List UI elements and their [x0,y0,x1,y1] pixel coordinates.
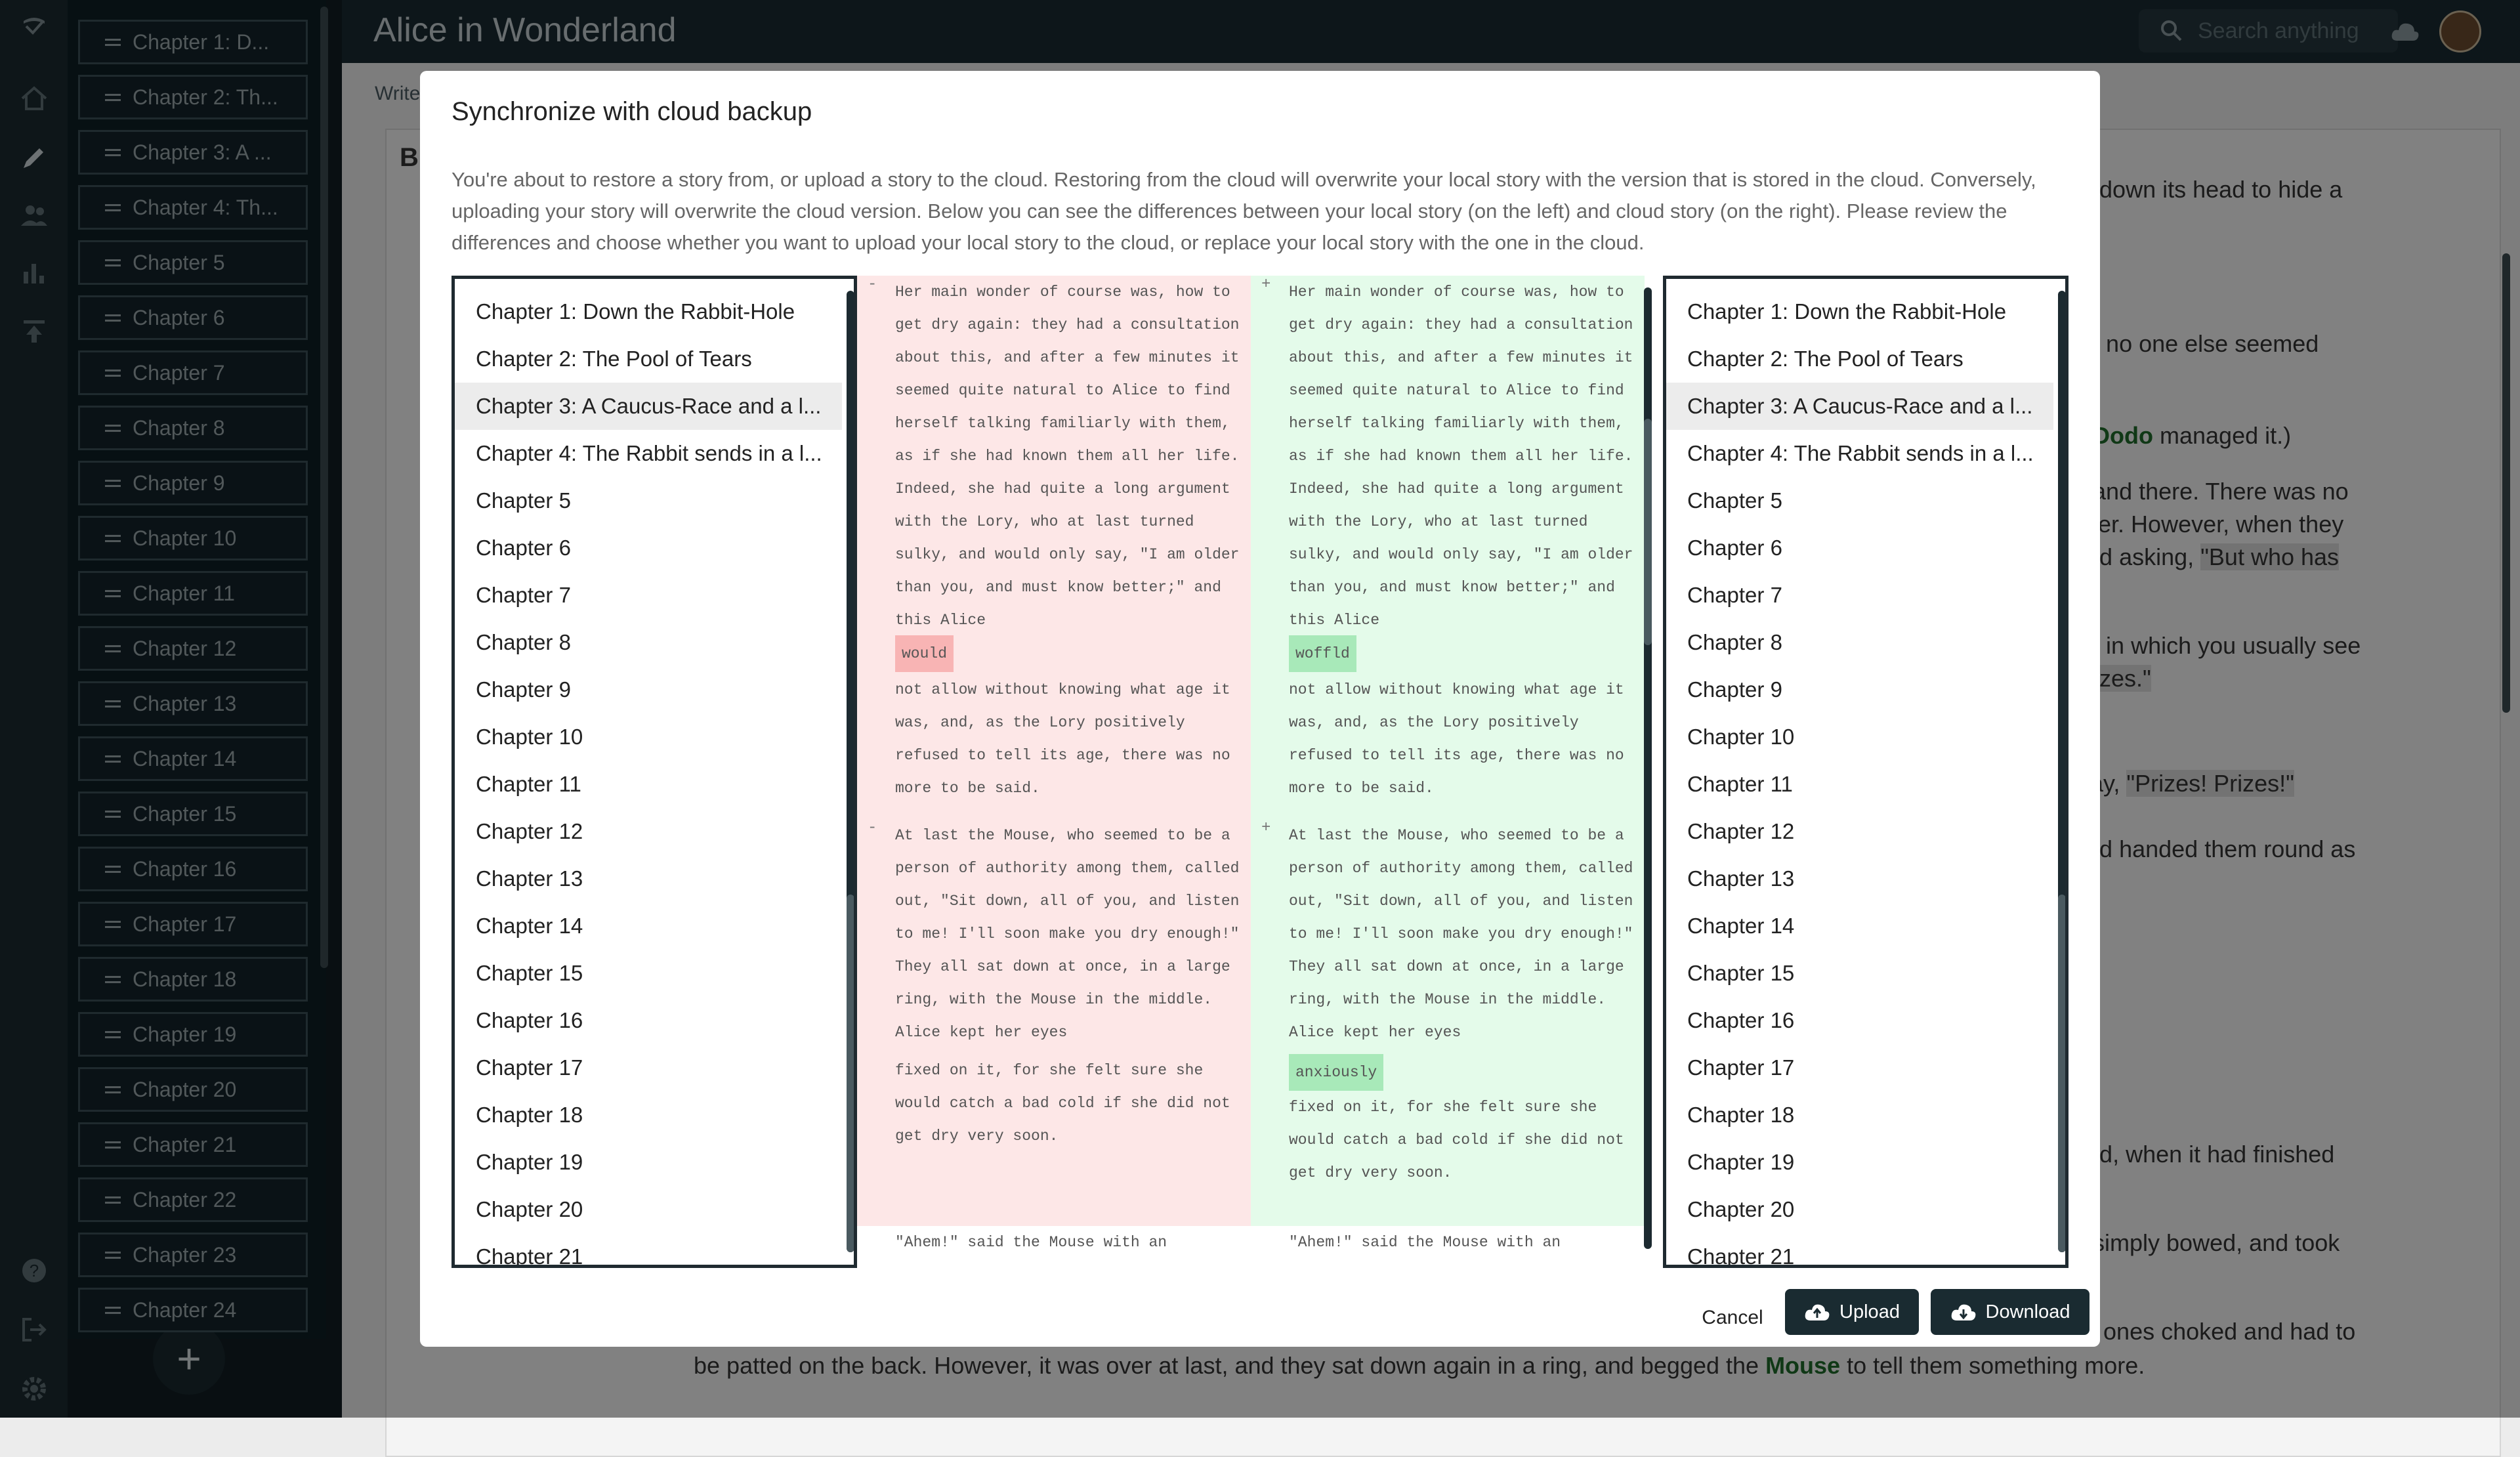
diff-text: "Ahem!" said the Mouse with an important… [895,1234,1203,1268]
diff-scrollbar[interactable] [1644,287,1652,1249]
local-chapter-item[interactable]: Chapter 15 [455,950,842,997]
cloud-chapter-item[interactable]: Chapter 21 [1666,1233,2053,1265]
cloud-chapter-item[interactable]: Chapter 5 [1666,477,2053,524]
unchanged-paragraph: "Ahem!" said the Mouse with an important… [857,1226,1251,1268]
cloud-chapter-item[interactable]: Chapter 19 [1666,1139,2053,1186]
cloud-chapter-item[interactable]: Chapter 7 [1666,572,2053,619]
local-chapter-item[interactable]: Chapter 17 [455,1044,842,1091]
upload-button[interactable]: Upload [1785,1289,1919,1335]
cloud-list-scrollbar[interactable] [2058,291,2065,1252]
diff-view: Chapter 1: Down the Rabbit-Hole Chapter 2… [452,276,2068,1268]
diff-text: "Ahem!" said the Mouse with an important… [1289,1234,1597,1268]
diff-text: At last the Mouse, who seemed to be a pe… [895,827,1240,1041]
cloud-chapter-item[interactable]: Chapter 12 [1666,808,2053,855]
diff-text: At last the Mouse, who seemed to be a pe… [1289,827,1633,1041]
local-chapter-item[interactable]: Chapter 20 [455,1186,842,1233]
cloud-chapter-item[interactable]: Chapter 6 [1666,524,2053,572]
cloud-chapter-item[interactable]: Chapter 1: Down the Rabbit-Hole [1666,288,2053,335]
diff-sign: - [868,819,877,837]
removed-paragraph: - Her main wonder of course was, how to g… [857,276,1251,827]
cloud-chapter-item[interactable]: Chapter 9 [1666,666,2053,713]
added-paragraph: + Her main wonder of course was, how to g… [1251,276,1645,827]
cloud-chapter-item[interactable]: Chapter 16 [1666,997,2053,1044]
diff-changed-token: anxiously [1289,1054,1384,1091]
local-chapter-item[interactable]: Chapter 3: A Caucus-Race and a l... [455,383,842,430]
diff-text: Her main wonder of course was, how to ge… [1289,284,1633,629]
diff-text: fixed on it, for she felt sure she would… [1289,1099,1624,1181]
local-chapter-item[interactable]: Chapter 4: The Rabbit sends in a l... [455,430,842,477]
local-diff-pane: - Her main wonder of course was, how to g… [857,276,1251,1268]
local-chapter-item[interactable]: Chapter 6 [455,524,842,572]
local-chapter-item[interactable]: Chapter 14 [455,902,842,950]
diff-changed-token: would [895,635,954,672]
local-chapter-item[interactable]: Chapter 8 [455,619,842,666]
local-chapter-item[interactable]: Chapter 19 [455,1139,842,1186]
cloud-chapter-item[interactable]: Chapter 18 [1666,1091,2053,1139]
download-label: Download [1985,1301,2070,1322]
diff-text: not allow without knowing what age it wa… [1289,681,1624,797]
local-chapter-item[interactable]: Chapter 12 [455,808,842,855]
cloud-chapter-item[interactable]: Chapter 4: The Rabbit sends in a l... [1666,430,2053,477]
diff-sign: - [868,276,877,293]
cloud-chapter-item[interactable]: Chapter 2: The Pool of Tears [1666,335,2053,383]
local-list-scrollbar[interactable] [847,291,854,1252]
cloud-chapter-item[interactable]: Chapter 13 [1666,855,2053,902]
upload-label: Upload [1839,1301,1900,1322]
cloud-chapter-item[interactable]: Chapter 14 [1666,902,2053,950]
cloud-chapter-item[interactable]: Chapter 17 [1666,1044,2053,1091]
cloud-chapter-item[interactable]: Chapter 3: A Caucus-Race and a l... [1666,383,2053,430]
dialog-title: Synchronize with cloud backup [452,97,812,126]
local-chapter-item[interactable]: Chapter 11 [455,761,842,808]
removed-paragraph: - At last the Mouse, who seemed to be a p… [857,819,1251,1226]
local-chapter-item[interactable]: Chapter 21 [455,1233,842,1265]
dialog-description: You're about to restore a story from, or… [452,168,2036,254]
local-chapter-list: Chapter 1: Down the Rabbit-Hole Chapter 2… [452,276,857,1268]
local-chapter-item[interactable]: Chapter 5 [455,477,842,524]
cloud-chapter-item[interactable]: Chapter 15 [1666,950,2053,997]
diff-text: fixed on it, for she felt sure she would… [895,1062,1230,1145]
local-chapter-item[interactable]: Chapter 18 [455,1091,842,1139]
sync-dialog: Synchronize with cloud backup You're abo… [420,71,2100,1347]
diff-text: not allow without knowing what age it wa… [895,681,1230,797]
cloud-download-icon [1951,1304,1975,1320]
diff-sign: + [1261,819,1271,837]
local-chapter-item[interactable]: Chapter 9 [455,666,842,713]
local-chapter-item[interactable]: Chapter 2: The Pool of Tears [455,335,842,383]
download-button[interactable]: Download [1931,1289,2090,1335]
local-chapter-item[interactable]: Chapter 7 [455,572,842,619]
cloud-chapter-item[interactable]: Chapter 11 [1666,761,2053,808]
diff-text: Her main wonder of course was, how to ge… [895,284,1240,629]
cancel-button[interactable]: Cancel [1700,1301,1765,1334]
cloud-chapter-item[interactable]: Chapter 20 [1666,1186,2053,1233]
cloud-upload-icon [1805,1304,1830,1320]
cloud-chapter-list: Chapter 1: Down the Rabbit-Hole Chapter 2… [1663,276,2068,1268]
unchanged-paragraph: "Ahem!" said the Mouse with an important… [1251,1226,1645,1268]
added-paragraph: + At last the Mouse, who seemed to be a p… [1251,819,1645,1226]
local-chapter-item[interactable]: Chapter 16 [455,997,842,1044]
local-chapter-item[interactable]: Chapter 1: Down the Rabbit-Hole [455,288,842,335]
diff-sign: + [1261,276,1271,293]
local-chapter-item[interactable]: Chapter 10 [455,713,842,761]
cloud-diff-pane: + Her main wonder of course was, how to g… [1251,276,1645,1268]
diff-changed-token: woffld [1289,635,1356,672]
cloud-chapter-item[interactable]: Chapter 10 [1666,713,2053,761]
cloud-chapter-item[interactable]: Chapter 8 [1666,619,2053,666]
local-chapter-item[interactable]: Chapter 13 [455,855,842,902]
